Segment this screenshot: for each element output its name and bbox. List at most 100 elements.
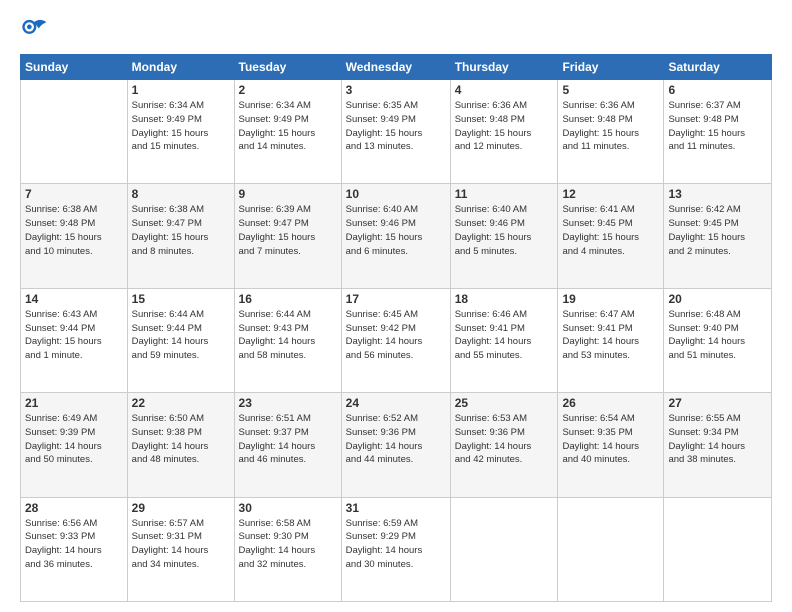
calendar-cell: 7 Sunrise: 6:38 AM Sunset: 9:48 PM Daylig… [21, 184, 128, 288]
day-info: Sunrise: 6:54 AM Sunset: 9:35 PM Dayligh… [562, 412, 659, 467]
day-info: Sunrise: 6:53 AM Sunset: 9:36 PM Dayligh… [455, 412, 554, 467]
calendar-cell [450, 497, 558, 601]
calendar-cell [558, 497, 664, 601]
day-number: 6 [668, 83, 767, 97]
day-number: 4 [455, 83, 554, 97]
day-number: 12 [562, 187, 659, 201]
day-info: Sunrise: 6:37 AM Sunset: 9:48 PM Dayligh… [668, 99, 767, 154]
calendar-cell: 30Sunrise: 6:58 AM Sunset: 9:30 PM Dayli… [234, 497, 341, 601]
calendar-cell: 19 Sunrise: 6:47 AM Sunset: 9:41 PM Dayli… [558, 288, 664, 392]
calendar-cell: 1 Sunrise: 6:34 AM Sunset: 9:49 PM Daylig… [127, 80, 234, 184]
day-info: Sunrise: 6:55 AM Sunset: 9:34 PM Dayligh… [668, 412, 767, 467]
calendar-cell: 18 Sunrise: 6:46 AM Sunset: 9:41 PM Dayli… [450, 288, 558, 392]
calendar-cell: 3 Sunrise: 6:35 AM Sunset: 9:49 PM Daylig… [341, 80, 450, 184]
calendar-cell: 14 Sunrise: 6:43 AM Sunset: 9:44 PM Dayli… [21, 288, 128, 392]
calendar-cell: 17 Sunrise: 6:45 AM Sunset: 9:42 PM Dayli… [341, 288, 450, 392]
calendar-cell: 20 Sunrise: 6:48 AM Sunset: 9:40 PM Dayli… [664, 288, 772, 392]
day-info: Sunrise: 6:45 AM Sunset: 9:42 PM Dayligh… [346, 308, 446, 363]
weekday-header-wednesday: Wednesday [341, 55, 450, 80]
logo-icon [20, 16, 48, 44]
calendar-cell: 27 Sunrise: 6:55 AM Sunset: 9:34 PM Dayli… [664, 393, 772, 497]
day-number: 8 [132, 187, 230, 201]
day-info: Sunrise: 6:38 AM Sunset: 9:48 PM Dayligh… [25, 203, 123, 258]
calendar-cell: 12Sunrise: 6:41 AM Sunset: 9:45 PM Dayli… [558, 184, 664, 288]
day-number: 27 [668, 396, 767, 410]
day-number: 7 [25, 187, 123, 201]
calendar-cell: 25 Sunrise: 6:53 AM Sunset: 9:36 PM Dayli… [450, 393, 558, 497]
page-header [20, 16, 772, 44]
day-info: Sunrise: 6:56 AM Sunset: 9:33 PM Dayligh… [25, 517, 123, 572]
day-number: 24 [346, 396, 446, 410]
day-info: Sunrise: 6:40 AM Sunset: 9:46 PM Dayligh… [455, 203, 554, 258]
calendar-cell: 9 Sunrise: 6:39 AM Sunset: 9:47 PM Daylig… [234, 184, 341, 288]
calendar-cell: 16Sunrise: 6:44 AM Sunset: 9:43 PM Dayli… [234, 288, 341, 392]
day-info: Sunrise: 6:46 AM Sunset: 9:41 PM Dayligh… [455, 308, 554, 363]
calendar-cell: 10Sunrise: 6:40 AM Sunset: 9:46 PM Dayli… [341, 184, 450, 288]
day-info: Sunrise: 6:50 AM Sunset: 9:38 PM Dayligh… [132, 412, 230, 467]
day-info: Sunrise: 6:51 AM Sunset: 9:37 PM Dayligh… [239, 412, 337, 467]
day-number: 25 [455, 396, 554, 410]
calendar-cell: 22 Sunrise: 6:50 AM Sunset: 9:38 PM Dayli… [127, 393, 234, 497]
day-number: 17 [346, 292, 446, 306]
day-number: 20 [668, 292, 767, 306]
day-info: Sunrise: 6:48 AM Sunset: 9:40 PM Dayligh… [668, 308, 767, 363]
calendar-cell: 23 Sunrise: 6:51 AM Sunset: 9:37 PM Dayli… [234, 393, 341, 497]
day-number: 19 [562, 292, 659, 306]
calendar-cell: 11 Sunrise: 6:40 AM Sunset: 9:46 PM Dayli… [450, 184, 558, 288]
day-number: 9 [239, 187, 337, 201]
day-info: Sunrise: 6:52 AM Sunset: 9:36 PM Dayligh… [346, 412, 446, 467]
calendar-cell: 28 Sunrise: 6:56 AM Sunset: 9:33 PM Dayli… [21, 497, 128, 601]
weekday-header-thursday: Thursday [450, 55, 558, 80]
calendar-cell: 8Sunrise: 6:38 AM Sunset: 9:47 PM Daylig… [127, 184, 234, 288]
day-info: Sunrise: 6:43 AM Sunset: 9:44 PM Dayligh… [25, 308, 123, 363]
day-number: 16 [239, 292, 337, 306]
calendar-cell: 24 Sunrise: 6:52 AM Sunset: 9:36 PM Dayli… [341, 393, 450, 497]
weekday-header-tuesday: Tuesday [234, 55, 341, 80]
calendar-week-2: 7 Sunrise: 6:38 AM Sunset: 9:48 PM Daylig… [21, 184, 772, 288]
day-info: Sunrise: 6:49 AM Sunset: 9:39 PM Dayligh… [25, 412, 123, 467]
day-number: 26 [562, 396, 659, 410]
day-number: 3 [346, 83, 446, 97]
day-info: Sunrise: 6:42 AM Sunset: 9:45 PM Dayligh… [668, 203, 767, 258]
day-info: Sunrise: 6:36 AM Sunset: 9:48 PM Dayligh… [455, 99, 554, 154]
day-info: Sunrise: 6:57 AM Sunset: 9:31 PM Dayligh… [132, 517, 230, 572]
day-info: Sunrise: 6:44 AM Sunset: 9:44 PM Dayligh… [132, 308, 230, 363]
calendar-table: SundayMondayTuesdayWednesdayThursdayFrid… [20, 54, 772, 602]
weekday-header-saturday: Saturday [664, 55, 772, 80]
calendar-cell: 21 Sunrise: 6:49 AM Sunset: 9:39 PM Dayli… [21, 393, 128, 497]
logo [20, 16, 52, 44]
calendar-week-1: 1 Sunrise: 6:34 AM Sunset: 9:49 PM Daylig… [21, 80, 772, 184]
day-number: 30 [239, 501, 337, 515]
weekday-header-sunday: Sunday [21, 55, 128, 80]
weekday-header-friday: Friday [558, 55, 664, 80]
calendar-cell [664, 497, 772, 601]
calendar-cell: 13Sunrise: 6:42 AM Sunset: 9:45 PM Dayli… [664, 184, 772, 288]
day-number: 22 [132, 396, 230, 410]
day-number: 1 [132, 83, 230, 97]
day-number: 5 [562, 83, 659, 97]
day-number: 21 [25, 396, 123, 410]
day-number: 18 [455, 292, 554, 306]
day-number: 2 [239, 83, 337, 97]
day-info: Sunrise: 6:35 AM Sunset: 9:49 PM Dayligh… [346, 99, 446, 154]
calendar-cell: 2 Sunrise: 6:34 AM Sunset: 9:49 PM Daylig… [234, 80, 341, 184]
day-info: Sunrise: 6:34 AM Sunset: 9:49 PM Dayligh… [239, 99, 337, 154]
calendar-week-4: 21 Sunrise: 6:49 AM Sunset: 9:39 PM Dayli… [21, 393, 772, 497]
weekday-header-row: SundayMondayTuesdayWednesdayThursdayFrid… [21, 55, 772, 80]
calendar-week-5: 28 Sunrise: 6:56 AM Sunset: 9:33 PM Dayli… [21, 497, 772, 601]
day-info: Sunrise: 6:59 AM Sunset: 9:29 PM Dayligh… [346, 517, 446, 572]
day-number: 14 [25, 292, 123, 306]
day-number: 15 [132, 292, 230, 306]
calendar-cell: 29 Sunrise: 6:57 AM Sunset: 9:31 PM Dayli… [127, 497, 234, 601]
day-number: 11 [455, 187, 554, 201]
day-info: Sunrise: 6:47 AM Sunset: 9:41 PM Dayligh… [562, 308, 659, 363]
calendar-cell: 6 Sunrise: 6:37 AM Sunset: 9:48 PM Daylig… [664, 80, 772, 184]
day-info: Sunrise: 6:34 AM Sunset: 9:49 PM Dayligh… [132, 99, 230, 154]
day-number: 31 [346, 501, 446, 515]
day-number: 23 [239, 396, 337, 410]
day-info: Sunrise: 6:39 AM Sunset: 9:47 PM Dayligh… [239, 203, 337, 258]
day-info: Sunrise: 6:40 AM Sunset: 9:46 PM Dayligh… [346, 203, 446, 258]
day-number: 29 [132, 501, 230, 515]
day-info: Sunrise: 6:36 AM Sunset: 9:48 PM Dayligh… [562, 99, 659, 154]
day-number: 28 [25, 501, 123, 515]
